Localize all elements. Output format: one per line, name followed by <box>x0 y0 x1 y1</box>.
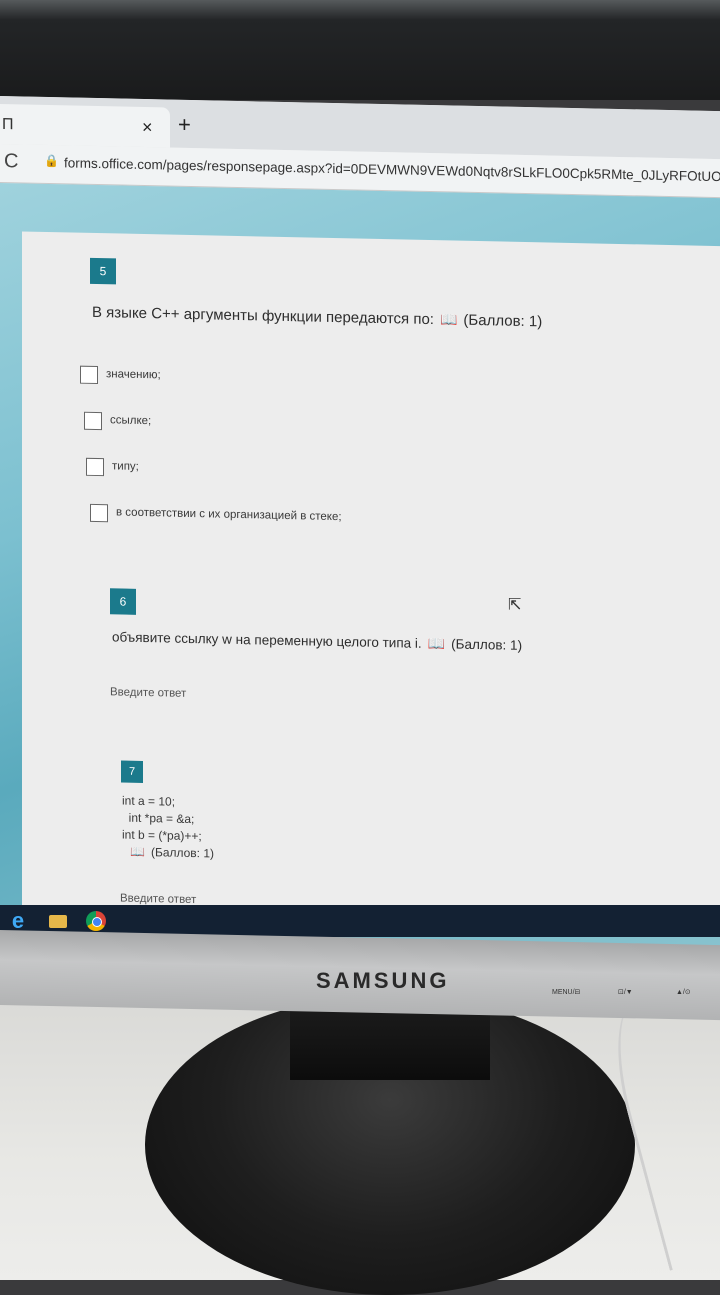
checkbox[interactable] <box>84 411 102 431</box>
checkbox[interactable] <box>90 503 108 523</box>
immersive-reader-icon[interactable]: 📖 <box>428 635 445 652</box>
option-label: ссылке; <box>110 414 152 428</box>
room-wall-background <box>0 0 720 100</box>
new-tab-button[interactable]: + <box>178 112 191 137</box>
question-number-badge: 5 <box>90 257 116 285</box>
immersive-reader-icon[interactable]: 📖 <box>440 311 457 328</box>
tab-title: П <box>2 116 14 134</box>
chrome-icon[interactable] <box>82 908 110 934</box>
close-tab-icon[interactable]: × <box>142 117 153 138</box>
monitor-brand-logo: SAMSUNG <box>316 968 450 993</box>
monitor-menu-button[interactable]: MENU/⊟ <box>552 988 580 996</box>
monitor-screen: П × + C 🔒 forms.office.com/pages/respons… <box>0 96 720 952</box>
reload-icon[interactable]: C <box>4 150 18 173</box>
question-points: (Баллов: 1) <box>150 845 215 861</box>
browser-tab[interactable]: П × <box>0 104 170 148</box>
mouse-cursor-icon: ⇱ <box>508 596 522 614</box>
question-number-badge: 7 <box>121 760 143 783</box>
checkbox[interactable] <box>86 457 104 477</box>
monitor-power-button[interactable]: ▲/⊙ <box>676 988 691 996</box>
lock-icon: 🔒 <box>44 153 59 169</box>
code-line: int a = 10; <box>122 793 176 809</box>
option-label: значению; <box>106 368 161 382</box>
code-line: int b = (*pa)++; <box>122 827 202 844</box>
code-line: int *pa = &a; <box>122 810 195 827</box>
question-points: (Баллов: 1) <box>451 636 523 653</box>
question-code: int a = 10; int *pa = &a; int b = (*pa)++… <box>122 793 214 863</box>
question-number-badge: 6 <box>110 588 136 615</box>
checkbox[interactable] <box>80 365 98 385</box>
immersive-reader-icon[interactable]: 📖 <box>130 844 145 861</box>
url-field[interactable]: forms.office.com/pages/responsepage.aspx… <box>64 155 720 184</box>
question-points: (Баллов: 1) <box>463 311 543 331</box>
monitor-source-button[interactable]: ⊡/▼ <box>618 988 633 996</box>
option-label: типу; <box>112 460 139 473</box>
